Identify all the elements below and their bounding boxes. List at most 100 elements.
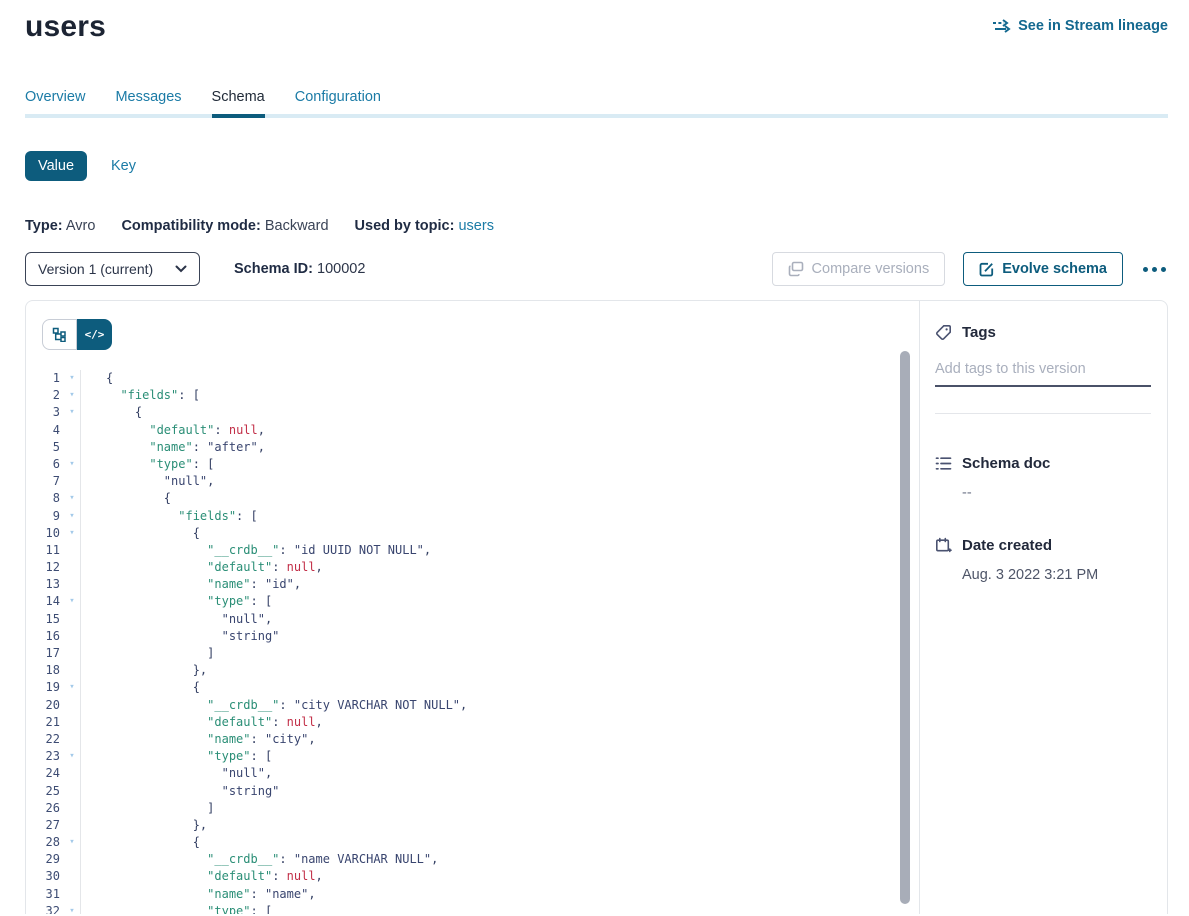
code-line: 28▾ { <box>26 834 919 851</box>
type-value: Avro <box>66 218 96 234</box>
code-text: "name": "after", <box>80 439 919 456</box>
code-text: "string" <box>80 783 919 800</box>
schema-id: Schema ID: 100002 <box>234 261 365 277</box>
code-text: "__crdb__": "name VARCHAR NULL", <box>80 851 919 868</box>
topic-link[interactable]: users <box>458 218 493 234</box>
fold-gutter <box>64 783 80 800</box>
code-text: "null", <box>80 765 919 782</box>
fold-arrow-icon[interactable]: ▾ <box>64 456 80 473</box>
schema-doc-value: -- <box>962 485 1151 501</box>
schema-doc-header: Schema doc <box>935 455 1151 472</box>
code-line: 25 "string" <box>26 783 919 800</box>
code-line: 10▾ { <box>26 525 919 542</box>
fold-arrow-icon[interactable]: ▾ <box>64 748 80 765</box>
line-number: 5 <box>26 439 64 456</box>
evolve-schema-icon <box>979 262 994 277</box>
tags-section-header: Tags <box>935 324 1151 341</box>
fold-arrow-icon[interactable]: ▾ <box>64 679 80 696</box>
code-text: "default": null, <box>80 422 919 439</box>
compare-versions-button[interactable]: Compare versions <box>772 252 946 286</box>
line-number: 8 <box>26 490 64 507</box>
tab-messages[interactable]: Messages <box>115 89 181 114</box>
list-icon <box>935 456 952 471</box>
code-text: "type": [ <box>80 748 919 765</box>
fold-gutter <box>64 576 80 593</box>
line-number: 27 <box>26 817 64 834</box>
line-number: 19 <box>26 679 64 696</box>
page: users See in Stream lineage Overview Mess… <box>0 0 1189 914</box>
line-number: 14 <box>26 593 64 610</box>
code-line: 13 "name": "id", <box>26 576 919 593</box>
fold-arrow-icon[interactable]: ▾ <box>64 525 80 542</box>
line-number: 28 <box>26 834 64 851</box>
code-view-icon: </> <box>85 328 105 341</box>
code-text: }, <box>80 817 919 834</box>
value-tab-button[interactable]: Value <box>25 151 87 181</box>
tree-view-button[interactable] <box>42 319 77 350</box>
fold-gutter <box>64 542 80 559</box>
date-created-header: Date created <box>935 537 1151 554</box>
fold-arrow-icon[interactable]: ▾ <box>64 387 80 404</box>
fold-gutter <box>64 817 80 834</box>
fold-arrow-icon[interactable]: ▾ <box>64 508 80 525</box>
code-column: </> 1▾{2▾ "fields": [3▾ {4 "default": nu… <box>26 301 919 914</box>
code-line: 31 "name": "name", <box>26 886 919 903</box>
line-number: 31 <box>26 886 64 903</box>
code-line: 15 "null", <box>26 611 919 628</box>
code-text: "__crdb__": "city VARCHAR NOT NULL", <box>80 697 919 714</box>
fold-arrow-icon[interactable]: ▾ <box>64 903 80 914</box>
type-meta: Type: Avro <box>25 218 95 234</box>
tags-input[interactable] <box>935 361 1151 377</box>
code-line: 7 "null", <box>26 473 919 490</box>
tab-schema[interactable]: Schema <box>212 89 265 114</box>
key-tab-button[interactable]: Key <box>111 158 136 174</box>
code-text: "type": [ <box>80 593 919 610</box>
tags-title: Tags <box>962 324 996 341</box>
code-text: "fields": [ <box>80 508 919 525</box>
code-text: "null", <box>80 473 919 490</box>
line-number: 16 <box>26 628 64 645</box>
code-text: "name": "id", <box>80 576 919 593</box>
version-bar: Version 1 (current) Schema ID: 100002 Co… <box>25 252 1168 286</box>
schema-sidebar: Tags Schema doc -- <box>919 301 1167 914</box>
fold-arrow-icon[interactable]: ▾ <box>64 834 80 851</box>
fold-gutter <box>64 559 80 576</box>
code-editor[interactable]: 1▾{2▾ "fields": [3▾ {4 "default": null,5… <box>26 370 919 914</box>
tab-configuration[interactable]: Configuration <box>295 89 381 114</box>
fold-arrow-icon[interactable]: ▾ <box>64 370 80 387</box>
fold-arrow-icon[interactable]: ▾ <box>64 404 80 421</box>
line-number: 21 <box>26 714 64 731</box>
stream-lineage-label: See in Stream lineage <box>1018 18 1168 34</box>
version-select[interactable]: Version 1 (current) <box>25 252 200 286</box>
line-number: 22 <box>26 731 64 748</box>
compat-label: Compatibility mode: <box>121 218 260 234</box>
schema-panel: </> 1▾{2▾ "fields": [3▾ {4 "default": nu… <box>25 300 1168 914</box>
code-line: 9▾ "fields": [ <box>26 508 919 525</box>
stream-lineage-link[interactable]: See in Stream lineage <box>992 18 1168 34</box>
code-line: 29 "__crdb__": "name VARCHAR NULL", <box>26 851 919 868</box>
fold-arrow-icon[interactable]: ▾ <box>64 490 80 507</box>
code-line: 4 "default": null, <box>26 422 919 439</box>
code-text: "name": "city", <box>80 731 919 748</box>
tree-view-icon <box>52 327 67 342</box>
line-number: 12 <box>26 559 64 576</box>
code-text: "__crdb__": "id UUID NOT NULL", <box>80 542 919 559</box>
fold-gutter <box>64 473 80 490</box>
view-toggle: </> <box>42 319 112 350</box>
date-created-value: Aug. 3 2022 3:21 PM <box>962 567 1151 583</box>
schema-meta: Type: Avro Compatibility mode: Backward … <box>25 218 1168 234</box>
editor-scrollbar[interactable] <box>900 351 910 904</box>
fold-gutter <box>64 662 80 679</box>
fold-arrow-icon[interactable]: ▾ <box>64 593 80 610</box>
code-view-button[interactable]: </> <box>77 319 112 350</box>
code-text: ] <box>80 800 919 817</box>
code-line: 8▾ { <box>26 490 919 507</box>
evolve-schema-button[interactable]: Evolve schema <box>963 252 1123 286</box>
code-text: "default": null, <box>80 559 919 576</box>
fold-gutter <box>64 697 80 714</box>
header: users See in Stream lineage <box>25 0 1168 44</box>
tab-overview[interactable]: Overview <box>25 89 85 114</box>
more-options-icon[interactable] <box>1141 263 1168 276</box>
code-line: 16 "string" <box>26 628 919 645</box>
code-text: "default": null, <box>80 714 919 731</box>
